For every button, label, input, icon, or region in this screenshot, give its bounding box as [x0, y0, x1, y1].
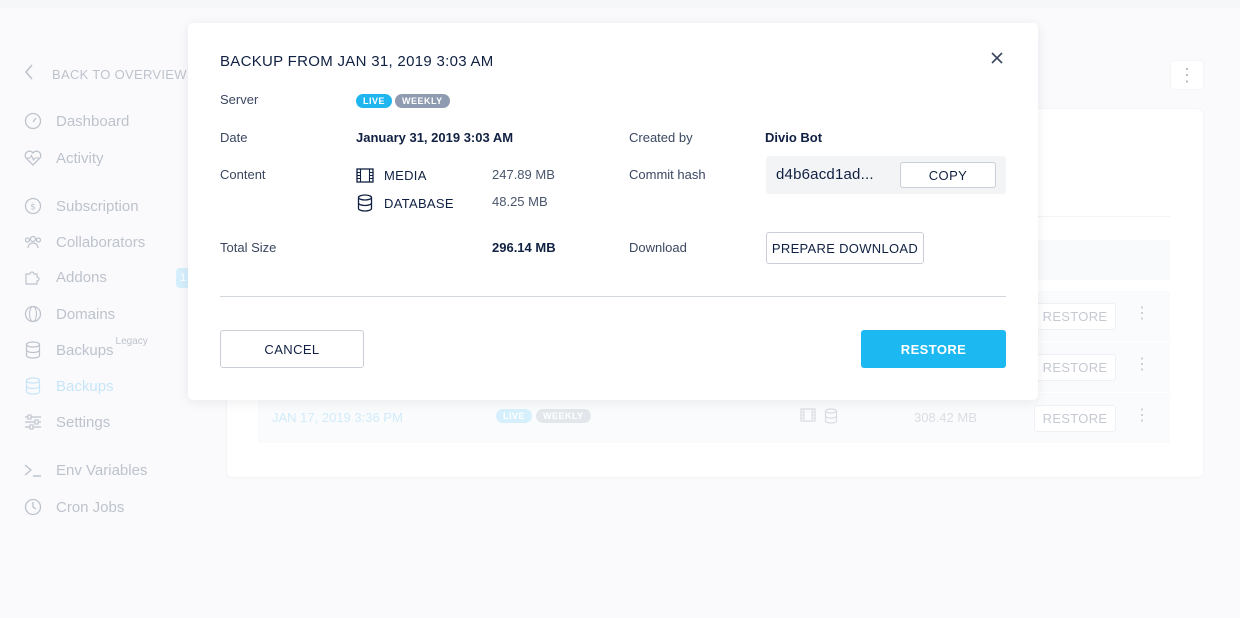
download-label: Download [629, 240, 687, 255]
prepare-download-button[interactable]: PREPARE DOWNLOAD [766, 232, 924, 264]
backup-details-modal: BACKUP FROM JAN 31, 2019 3:03 AM Server … [188, 23, 1038, 400]
close-button[interactable] [988, 51, 1006, 69]
content-size-media: 247.89 MB [492, 167, 555, 182]
content-item-media: MEDIA [356, 166, 427, 184]
created-by-value: Divio Bot [765, 130, 823, 145]
total-size-label: Total Size [220, 240, 277, 255]
content-size-database: 48.25 MB [492, 194, 548, 209]
server-label: Server [220, 92, 259, 107]
commit-hash-label: Commit hash [629, 167, 706, 182]
content-item-database: DATABASE [356, 194, 454, 212]
total-size-value: 296.14 MB [492, 240, 556, 255]
server-tags: LIVE WEEKLY [356, 94, 450, 108]
date-value: January 31, 2019 3:03 AM [356, 130, 514, 145]
database-icon [356, 194, 374, 212]
live-tag: LIVE [356, 94, 393, 108]
content-label: Content [220, 167, 266, 182]
copy-button[interactable]: COPY [900, 162, 996, 188]
film-icon [356, 166, 374, 184]
commit-hash-box: d4b6acd1ad... COPY [766, 156, 1006, 194]
modal-title: BACKUP FROM JAN 31, 2019 3:03 AM [220, 53, 494, 70]
date-label: Date [220, 130, 248, 145]
content-name: DATABASE [384, 195, 454, 211]
restore-button[interactable]: RESTORE [861, 330, 1006, 368]
cancel-button[interactable]: CANCEL [220, 330, 364, 368]
commit-hash-value[interactable]: d4b6acd1ad... [776, 166, 874, 183]
modal-divider [220, 296, 1006, 297]
weekly-tag: WEEKLY [395, 94, 450, 108]
content-name: MEDIA [384, 167, 427, 183]
created-by-label: Created by [629, 130, 693, 145]
close-icon [991, 51, 1003, 69]
